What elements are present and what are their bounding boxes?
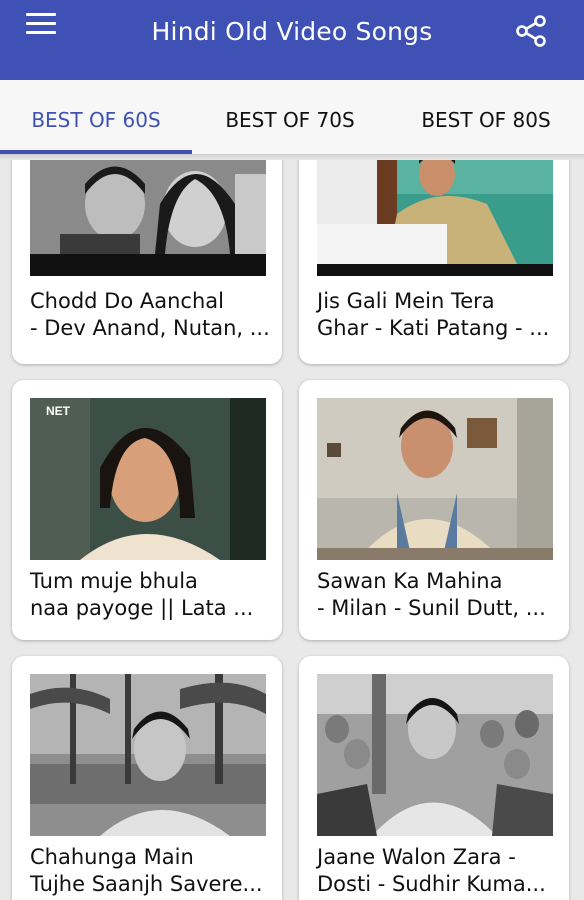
video-thumbnail bbox=[317, 398, 553, 560]
tab-best-of-60s[interactable]: BEST OF 60S bbox=[0, 80, 192, 160]
video-title: Chodd Do Aanchal - Dev Anand, Nutan, ... bbox=[30, 289, 270, 340]
video-grid[interactable]: Chodd Do Aanchal - Dev Anand, Nutan, ...… bbox=[0, 160, 584, 900]
share-icon[interactable] bbox=[514, 14, 548, 48]
video-thumbnail bbox=[317, 160, 553, 276]
video-thumbnail bbox=[30, 160, 266, 276]
video-thumbnail bbox=[30, 674, 266, 836]
tab-bar: BEST OF 60S BEST OF 70S BEST OF 80S bbox=[0, 80, 584, 160]
video-card[interactable]: Jaane Walon Zara - Dosti - Sudhir Kuma..… bbox=[299, 656, 569, 900]
tab-best-of-80s[interactable]: BEST OF 80S bbox=[388, 80, 584, 160]
video-title: Jis Gali Mein Tera Ghar - Kati Patang - … bbox=[317, 289, 550, 340]
video-card[interactable]: Chodd Do Aanchal - Dev Anand, Nutan, ... bbox=[12, 160, 282, 364]
video-card[interactable]: Sawan Ka Mahina - Milan - Sunil Dutt, ..… bbox=[299, 380, 569, 640]
hamburger-menu-icon[interactable] bbox=[22, 10, 60, 40]
app-title: Hindi Old Video Songs bbox=[151, 16, 433, 46]
video-title: Sawan Ka Mahina - Milan - Sunil Dutt, ..… bbox=[317, 569, 546, 620]
app-bar: Hindi Old Video Songs bbox=[0, 0, 584, 80]
tab-best-of-70s[interactable]: BEST OF 70S bbox=[192, 80, 388, 160]
video-thumbnail bbox=[317, 674, 553, 836]
channel-watermark: NET bbox=[46, 404, 70, 418]
video-title: Tum muje bhula naa payoge || Lata ... bbox=[30, 569, 254, 620]
video-title: Chahunga Main Tujhe Saanjh Savere... bbox=[30, 845, 263, 896]
video-thumbnail: NET bbox=[30, 398, 266, 560]
video-title: Jaane Walon Zara - Dosti - Sudhir Kuma..… bbox=[317, 845, 546, 896]
video-card[interactable]: Jis Gali Mein Tera Ghar - Kati Patang - … bbox=[299, 160, 569, 364]
video-card[interactable]: NET Tum muje bhula naa payoge || Lata ..… bbox=[12, 380, 282, 640]
video-card[interactable]: Chahunga Main Tujhe Saanjh Savere... bbox=[12, 656, 282, 900]
